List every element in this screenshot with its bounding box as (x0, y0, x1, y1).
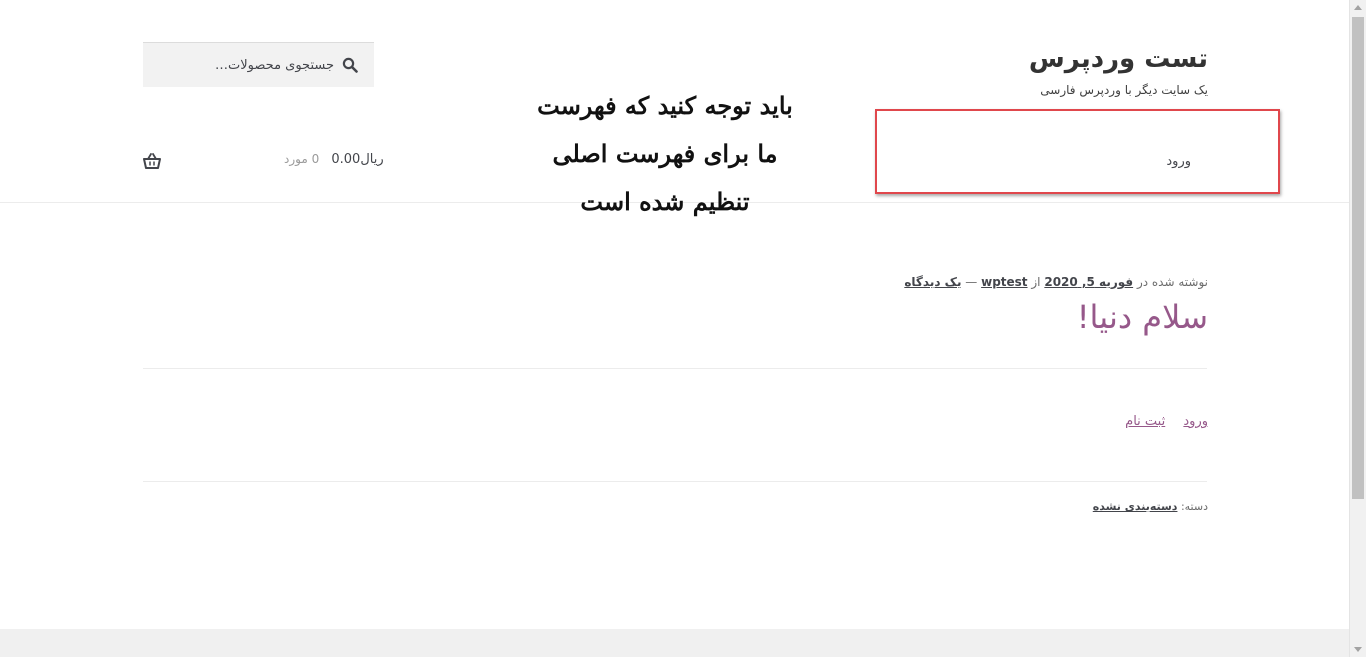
meta-by: از (1031, 275, 1041, 289)
post-comment-link[interactable]: یک دیدگاه (904, 275, 961, 289)
annotation-highlight-box (875, 109, 1280, 194)
page: تست وردپرس یک سایت دیگر با وردپرس فارسی … (0, 0, 1366, 657)
divider (143, 368, 1207, 369)
post-meta: نوشته شده در فوریه 5, 2020 از wptest — ی… (904, 275, 1208, 289)
product-search (143, 42, 374, 87)
annotation-note: باید توجه کنید که فهرست ما برای فهرست اص… (500, 82, 830, 226)
annotation-line-1: باید توجه کنید که فهرست (537, 91, 793, 120)
post-title[interactable]: سلام دنیا! (1077, 298, 1208, 336)
annotation-line-3: تنظیم شده است (580, 187, 750, 216)
basket-icon[interactable] (143, 153, 161, 170)
footer (0, 629, 1349, 657)
post-category: دسته: دسته‌بندی نشده (1093, 500, 1208, 513)
post-register-link[interactable]: ثبت نام (1125, 414, 1165, 429)
meta-separator: — (965, 275, 978, 289)
search-input[interactable] (143, 43, 374, 87)
search-icon[interactable] (342, 57, 358, 73)
annotation-line-2: ما برای فهرست اصلی (552, 139, 778, 168)
header-cart[interactable]: ریال0.00 0 مورد (284, 152, 384, 167)
post-login-link[interactable]: ورود (1183, 414, 1208, 429)
site-description: یک سایت دیگر با وردپرس فارسی (1040, 83, 1208, 97)
scrollbar[interactable] (1349, 0, 1366, 657)
scroll-down-icon[interactable] (1354, 647, 1362, 652)
cart-count: 0 مورد (284, 152, 320, 166)
post-author-link[interactable]: wptest (981, 275, 1027, 289)
category-label: دسته: (1180, 500, 1208, 513)
scrollbar-thumb[interactable] (1352, 17, 1364, 499)
meta-prefix: نوشته شده در (1136, 275, 1208, 289)
category-link[interactable]: دسته‌بندی نشده (1093, 500, 1178, 513)
scroll-up-icon[interactable] (1354, 5, 1362, 10)
cart-amount: ریال0.00 (331, 152, 384, 167)
divider (143, 481, 1207, 482)
post-links: ورود ثبت نام (1111, 414, 1208, 429)
post-date-link[interactable]: فوریه 5, 2020 (1044, 275, 1133, 289)
site-title[interactable]: تست وردپرس (1029, 44, 1208, 74)
